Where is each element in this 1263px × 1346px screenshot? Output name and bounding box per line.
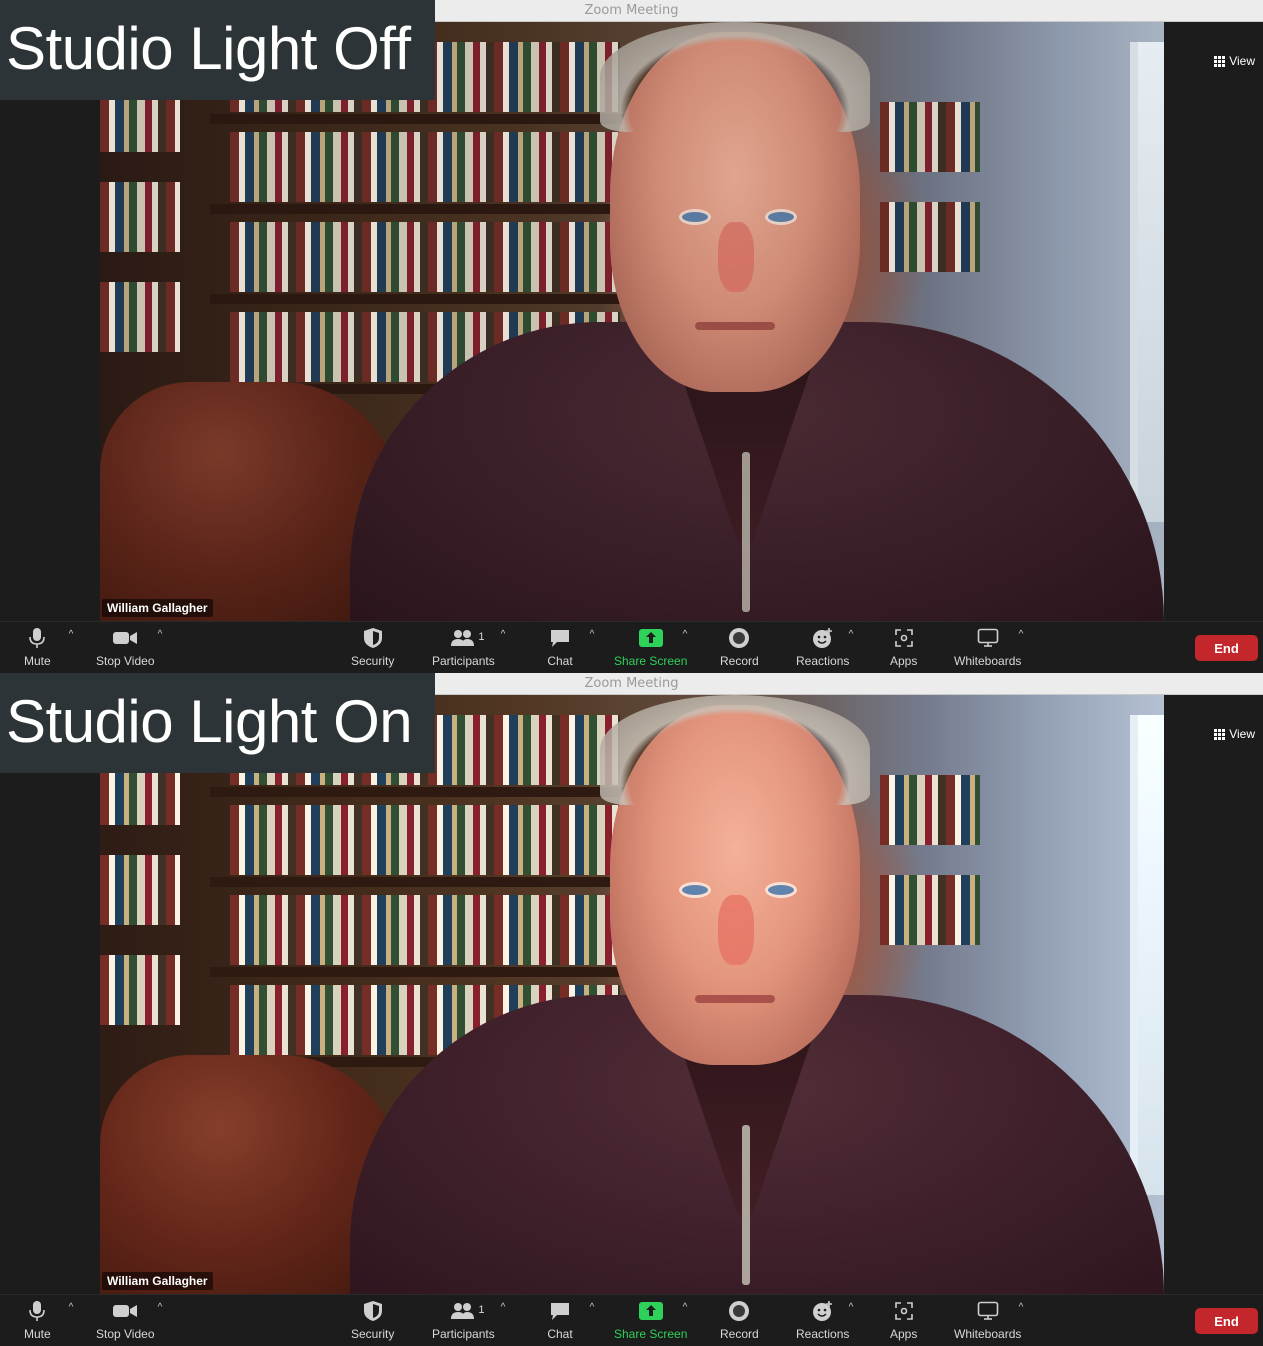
caption-overlay: Studio Light Off [0,0,435,100]
zipper [742,1125,750,1285]
apps-button[interactable]: Apps [890,626,917,668]
apps-icon [891,1299,917,1323]
shield-icon [360,1299,386,1323]
left-eye [682,212,708,222]
smiley-icon [810,626,836,650]
whiteboards-options-caret[interactable]: ^ [1016,1303,1026,1313]
participants-options-caret[interactable]: ^ [498,1303,508,1313]
apps-button[interactable]: Apps [890,1299,917,1341]
meeting-toolbar: Mute ^ Stop Video ^ Security 1 Participa… [0,1294,1263,1346]
right-eye [768,212,794,222]
record-icon [726,1299,752,1323]
reactions-button[interactable]: Reactions [796,626,849,668]
whiteboards-options-caret[interactable]: ^ [1016,630,1026,640]
chat-options-caret[interactable]: ^ [587,1303,597,1313]
video-stage: William Gallagher View [0,695,1263,1294]
apps-icon [891,626,917,650]
end-meeting-button[interactable]: End [1195,1308,1258,1334]
mute-options-caret[interactable]: ^ [66,630,76,640]
participants-icon: 1 [450,626,484,650]
participant-name-tag: William Gallagher [102,599,213,617]
reactions-options-caret[interactable]: ^ [846,630,856,640]
participant-count: 1 [478,631,485,643]
video-options-caret[interactable]: ^ [155,630,165,640]
stop-video-button[interactable]: Stop Video [96,626,155,668]
participant-person [350,22,1164,621]
share-arrow-icon [638,1299,664,1323]
view-button[interactable]: View [1214,54,1255,68]
record-button[interactable]: Record [720,626,759,668]
grid-icon [1214,728,1226,740]
share-screen-button[interactable]: Share Screen [614,626,687,668]
mute-button[interactable]: Mute [24,1299,51,1341]
view-button-label: View [1229,727,1255,741]
bookshelf-left [100,755,190,1085]
whiteboard-icon [975,626,1001,650]
meeting-toolbar: Mute ^ Stop Video ^ Security 1 Participa… [0,621,1263,673]
whiteboards-button[interactable]: Whiteboards [954,1299,1021,1341]
caption-text: Studio Light Off [6,15,411,82]
chat-options-caret[interactable]: ^ [587,630,597,640]
reactions-button[interactable]: Reactions [796,1299,849,1341]
participant-name-tag: William Gallagher [102,1272,213,1290]
participant-count: 1 [478,1304,485,1316]
participant-video[interactable] [100,695,1164,1294]
video-camera-icon [112,1299,138,1323]
hair [600,695,870,805]
participant-person [350,695,1164,1294]
view-button[interactable]: View [1214,727,1255,741]
participants-icon: 1 [450,1299,484,1323]
chat-bubble-icon [547,1299,573,1323]
mouth [695,995,775,1003]
mute-button[interactable]: Mute [24,626,51,668]
microphone-icon [24,1299,50,1323]
microphone-icon [24,626,50,650]
whiteboard-icon [975,1299,1001,1323]
view-button-label: View [1229,54,1255,68]
grid-icon [1214,55,1226,67]
video-options-caret[interactable]: ^ [155,1303,165,1313]
shield-icon [360,626,386,650]
left-eye [682,885,708,895]
nose [718,895,754,965]
zoom-panel-light-on: Zoom Meeting William Gallagher View Stud… [0,673,1263,1346]
whiteboards-button[interactable]: Whiteboards [954,626,1021,668]
chat-button[interactable]: Chat [547,1299,573,1341]
zoom-panel-light-off: Zoom Meeting William Gallagher View Stud… [0,0,1263,673]
caption-overlay: Studio Light On [0,673,435,773]
end-meeting-button[interactable]: End [1195,635,1258,661]
participants-button[interactable]: 1 Participants [432,1299,495,1341]
participants-button[interactable]: 1 Participants [432,626,495,668]
caption-text: Studio Light On [6,688,413,755]
video-stage: William Gallagher View [0,22,1263,621]
stop-video-button[interactable]: Stop Video [96,1299,155,1341]
chat-button[interactable]: Chat [547,626,573,668]
participant-video[interactable] [100,22,1164,621]
video-camera-icon [112,626,138,650]
share-options-caret[interactable]: ^ [680,1303,690,1313]
security-button[interactable]: Security [351,1299,394,1341]
share-screen-button[interactable]: Share Screen [614,1299,687,1341]
right-eye [768,885,794,895]
record-button[interactable]: Record [720,1299,759,1341]
mouth [695,322,775,330]
participants-options-caret[interactable]: ^ [498,630,508,640]
share-options-caret[interactable]: ^ [680,630,690,640]
security-button[interactable]: Security [351,626,394,668]
reactions-options-caret[interactable]: ^ [846,1303,856,1313]
share-arrow-icon [638,626,664,650]
bookshelf-left [100,82,190,412]
zipper [742,452,750,612]
record-icon [726,626,752,650]
hair [600,22,870,132]
mute-options-caret[interactable]: ^ [66,1303,76,1313]
nose [718,222,754,292]
chat-bubble-icon [547,626,573,650]
smiley-icon [810,1299,836,1323]
